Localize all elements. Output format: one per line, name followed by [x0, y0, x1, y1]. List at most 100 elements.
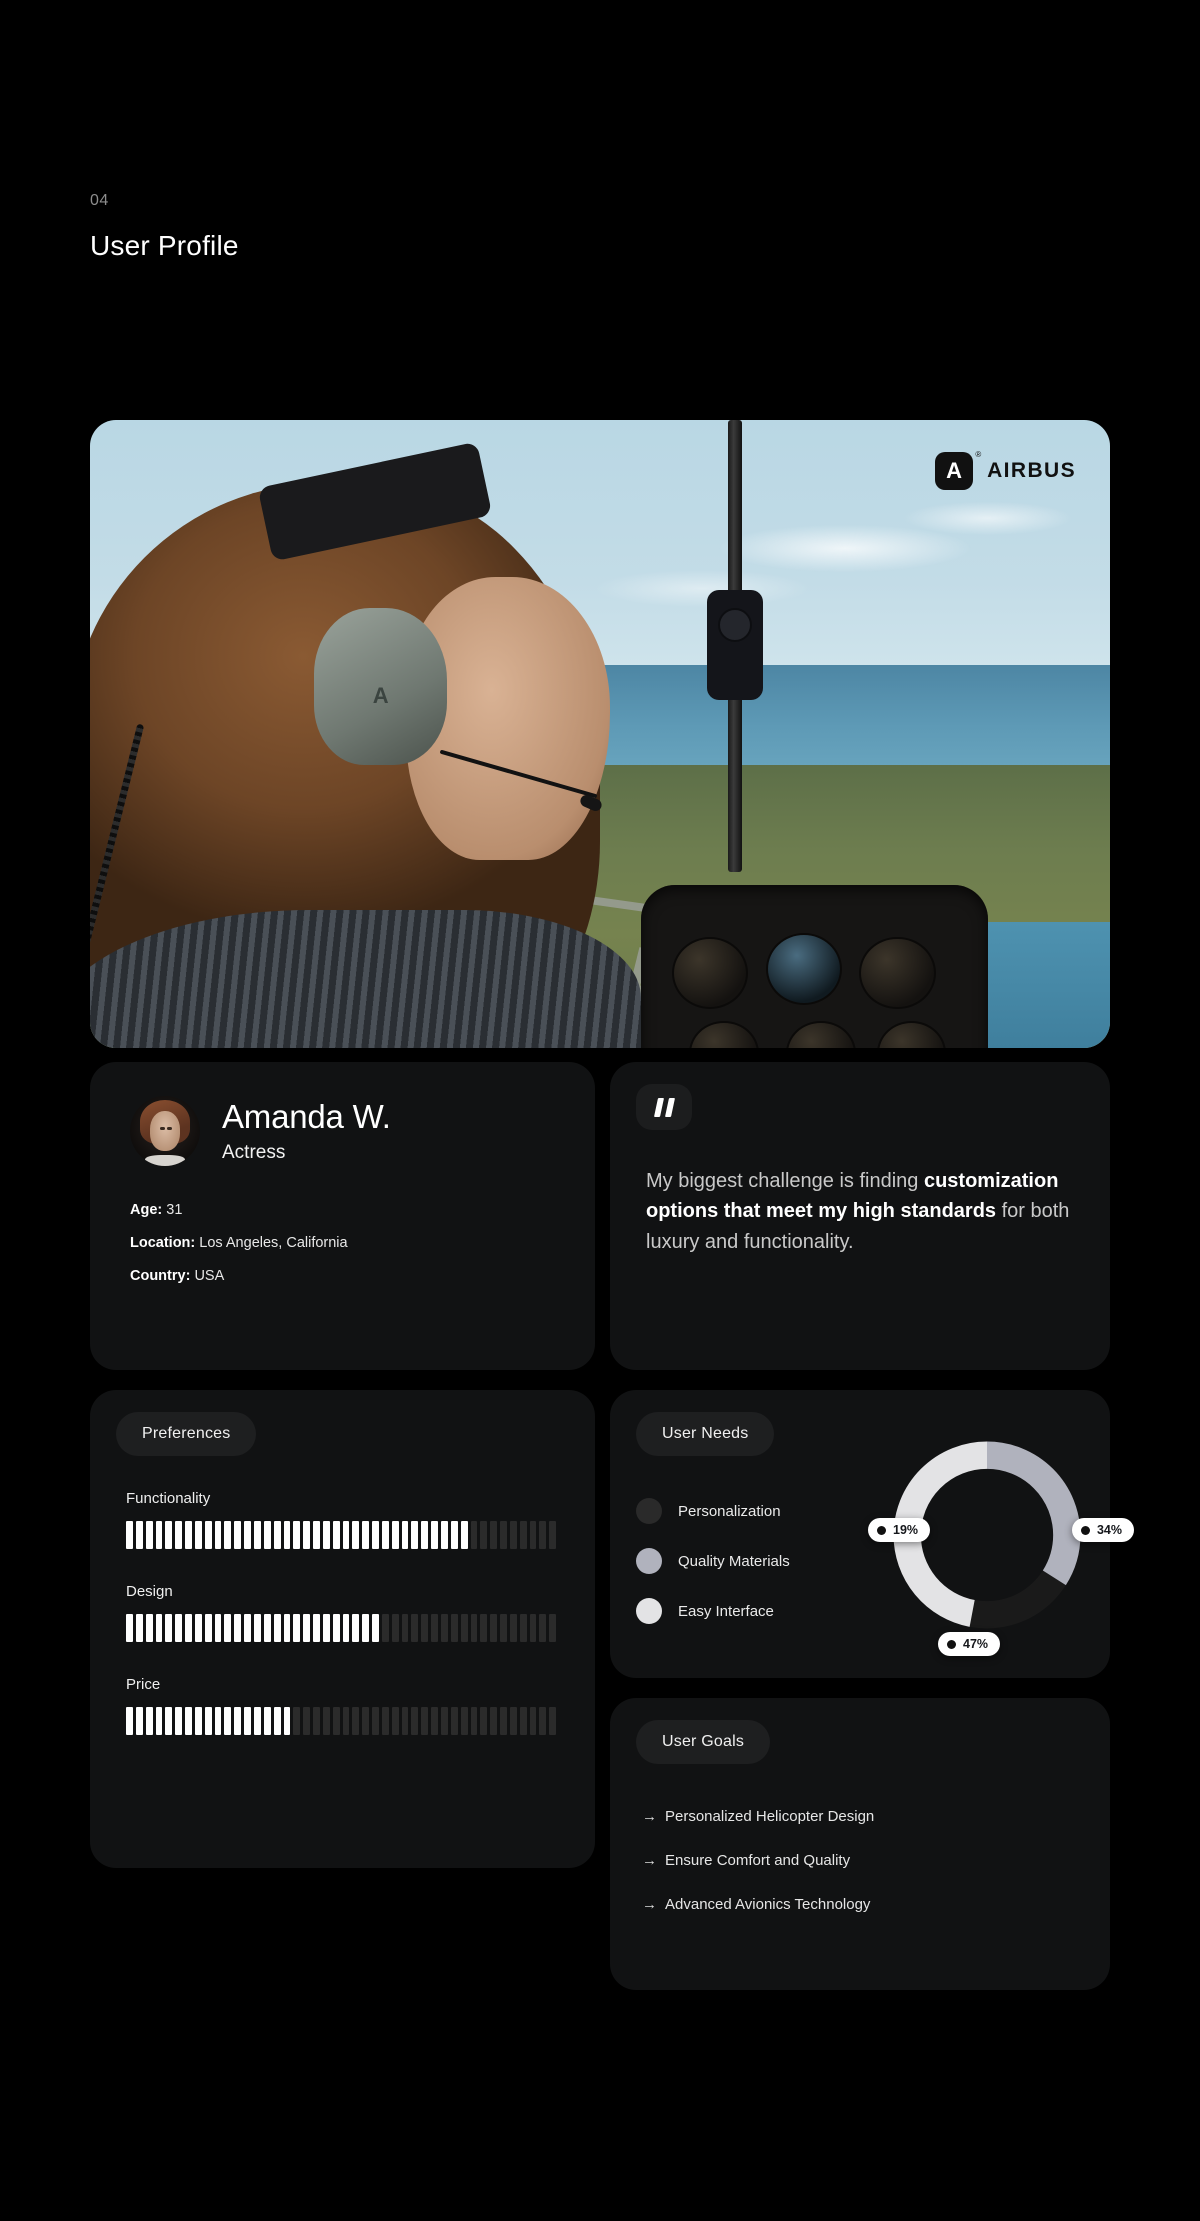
- meter-tick: [244, 1521, 251, 1549]
- instrument-panel: [640, 884, 988, 1048]
- donut-chart: 19% 34% 47%: [868, 1430, 1134, 1656]
- meta-label: Age:: [130, 1202, 163, 1218]
- preferences-card: Preferences Functionality Design Price: [90, 1390, 595, 1868]
- meter-tick: [224, 1521, 232, 1549]
- meter-tick: [263, 1521, 271, 1549]
- meta-value: Los Angeles, California: [199, 1235, 348, 1251]
- meta-label: Country:: [130, 1268, 191, 1284]
- meter-tick: [322, 1521, 330, 1549]
- user-needs-chip: User Needs: [636, 1412, 775, 1456]
- meter-tick: [450, 1521, 458, 1549]
- meter-tick: [362, 1521, 370, 1549]
- goal-item[interactable]: → Personalized Helicopter Design: [642, 1808, 1110, 1825]
- meter-tick: [381, 1707, 389, 1735]
- profile-identity: Amanda W. Actress: [222, 1098, 391, 1164]
- meter-tick: [342, 1521, 350, 1549]
- meter-tick: [470, 1521, 478, 1549]
- meter-tick: [273, 1521, 281, 1549]
- goal-item[interactable]: → Advanced Avionics Technology: [642, 1896, 1110, 1913]
- meter-tick: [332, 1521, 340, 1549]
- meter-tick: [519, 1614, 527, 1642]
- meter-tick: [145, 1614, 153, 1642]
- quote-mark-icon: [636, 1084, 692, 1130]
- meter-tick: [224, 1614, 232, 1642]
- meter-tick: [263, 1614, 271, 1642]
- meter-tick: [480, 1521, 488, 1549]
- meter-tick: [441, 1614, 448, 1642]
- meter-tick: [460, 1521, 468, 1549]
- preference-label: Price: [126, 1676, 161, 1693]
- meter-tick: [372, 1707, 379, 1735]
- meter-tick: [450, 1707, 458, 1735]
- legend-color-dot: [636, 1498, 662, 1524]
- meter-tick: [303, 1521, 311, 1549]
- user-needs-card: User Needs Personalization Quality Mater…: [610, 1390, 1134, 1678]
- meter-tick: [244, 1707, 251, 1735]
- airbus-wordmark: AIRBUS: [987, 459, 1076, 482]
- pilot-shoulder: [90, 909, 641, 1048]
- meter-tick: [342, 1614, 350, 1642]
- goal-label: Personalized Helicopter Design: [665, 1808, 875, 1825]
- meter-tick: [381, 1614, 389, 1642]
- meter-tick: [519, 1521, 527, 1549]
- gauge-icon: [859, 936, 936, 1010]
- meter-tick: [421, 1521, 429, 1549]
- meter-tick: [244, 1614, 251, 1642]
- meter-tick: [293, 1707, 301, 1735]
- legend-item[interactable]: Easy Interface: [636, 1598, 790, 1624]
- meter-tick: [401, 1521, 409, 1549]
- quote-stroke: [664, 1097, 675, 1117]
- meta-label: Location:: [130, 1235, 196, 1251]
- meter-tick: [391, 1614, 399, 1642]
- meter-tick: [145, 1707, 153, 1735]
- meter-tick: [421, 1614, 429, 1642]
- donut-label-pill: 34%: [1071, 1518, 1134, 1542]
- meter-tick: [411, 1614, 419, 1642]
- meter-tick: [352, 1614, 360, 1642]
- meter-tick: [490, 1707, 498, 1735]
- preference-item: Price: [126, 1676, 559, 1735]
- meter-tick: [539, 1707, 547, 1735]
- meter-tick: [185, 1614, 192, 1642]
- profile-header: Amanda W. Actress: [90, 1062, 595, 1166]
- meter-tick: [431, 1614, 438, 1642]
- goal-item[interactable]: → Ensure Comfort and Quality: [642, 1852, 1110, 1869]
- meter-tick: [303, 1614, 311, 1642]
- meter-tick: [509, 1614, 517, 1642]
- page-title: User Profile: [90, 230, 239, 261]
- legend-color-dot: [636, 1548, 662, 1574]
- meter-tick: [145, 1521, 153, 1549]
- meter-tick: [214, 1521, 222, 1549]
- meter-tick: [165, 1614, 173, 1642]
- preference-meter[interactable]: [126, 1521, 559, 1549]
- meter-tick: [352, 1707, 360, 1735]
- meter-tick: [283, 1614, 291, 1642]
- legend-item[interactable]: Quality Materials: [636, 1548, 790, 1574]
- arrow-right-icon: →: [642, 1808, 657, 1825]
- gauge-icon: [876, 1021, 946, 1048]
- meter-tick: [273, 1707, 281, 1735]
- legend-item[interactable]: Personalization: [636, 1498, 790, 1524]
- meter-tick: [352, 1521, 360, 1549]
- page-header: 04 User Profile: [90, 192, 239, 262]
- preference-meter[interactable]: [126, 1707, 559, 1735]
- airbus-logo: A ® AIRBUS: [935, 450, 1076, 490]
- meter-tick: [185, 1521, 192, 1549]
- donut-legend: Personalization Quality Materials Easy I…: [636, 1498, 790, 1648]
- meter-tick: [372, 1614, 379, 1642]
- meter-tick: [135, 1521, 143, 1549]
- meter-tick: [490, 1614, 498, 1642]
- meter-tick: [313, 1521, 320, 1549]
- meter-tick: [431, 1707, 438, 1735]
- user-goals-chip: User Goals: [636, 1720, 771, 1764]
- meter-tick: [204, 1707, 212, 1735]
- preference-meter[interactable]: [126, 1614, 559, 1642]
- user-needs-body: Personalization Quality Materials Easy I…: [610, 1441, 1134, 1656]
- mast-housing: [707, 589, 764, 700]
- meter-tick: [480, 1614, 488, 1642]
- arrow-right-icon: →: [642, 1852, 657, 1869]
- meter-tick: [322, 1707, 330, 1735]
- meter-tick: [401, 1614, 409, 1642]
- arrow-right-icon: →: [642, 1896, 657, 1913]
- profile-name: Amanda W.: [222, 1098, 391, 1135]
